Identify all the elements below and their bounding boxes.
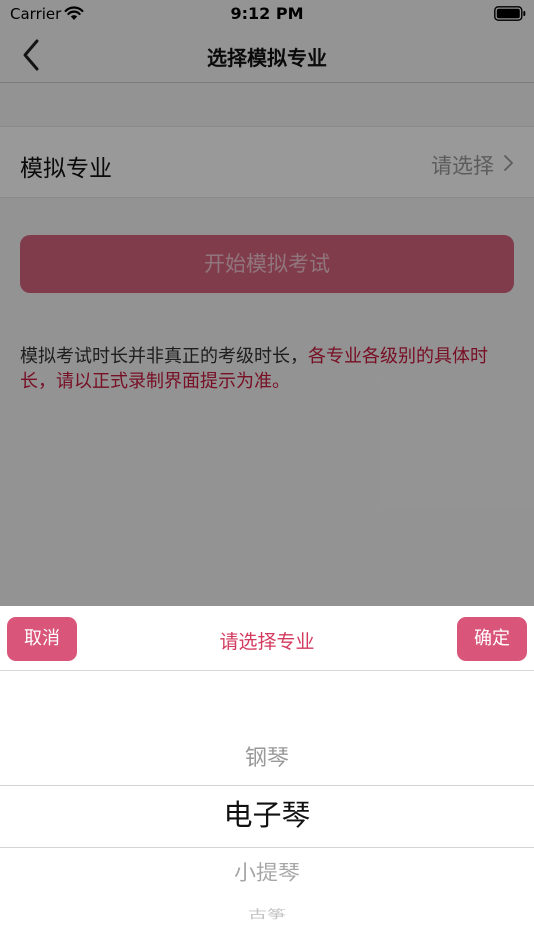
- screen: Carrier 9:12 PM 选择模拟专业 模拟专业 请选择 开始模拟考试 模…: [0, 0, 534, 950]
- confirm-button[interactable]: 确定: [457, 617, 527, 661]
- picker-option[interactable]: 小提琴: [0, 856, 534, 885]
- dim-overlay[interactable]: [0, 0, 534, 606]
- picker-option[interactable]: 古筝: [0, 905, 534, 921]
- major-picker-sheet: 取消 请选择专业 确定 钢琴 电子琴 小提琴 古筝: [0, 606, 534, 950]
- picker-option[interactable]: 钢琴: [0, 740, 534, 772]
- selection-top-line: [0, 785, 534, 786]
- picker-title: 请选择专业: [219, 631, 315, 653]
- picker-option-selected[interactable]: 电子琴: [0, 792, 534, 834]
- picker-wheel[interactable]: 钢琴 电子琴 小提琴 古筝: [0, 672, 534, 950]
- selection-bottom-line: [0, 847, 534, 848]
- picker-toolbar: 取消 请选择专业 确定: [0, 606, 534, 671]
